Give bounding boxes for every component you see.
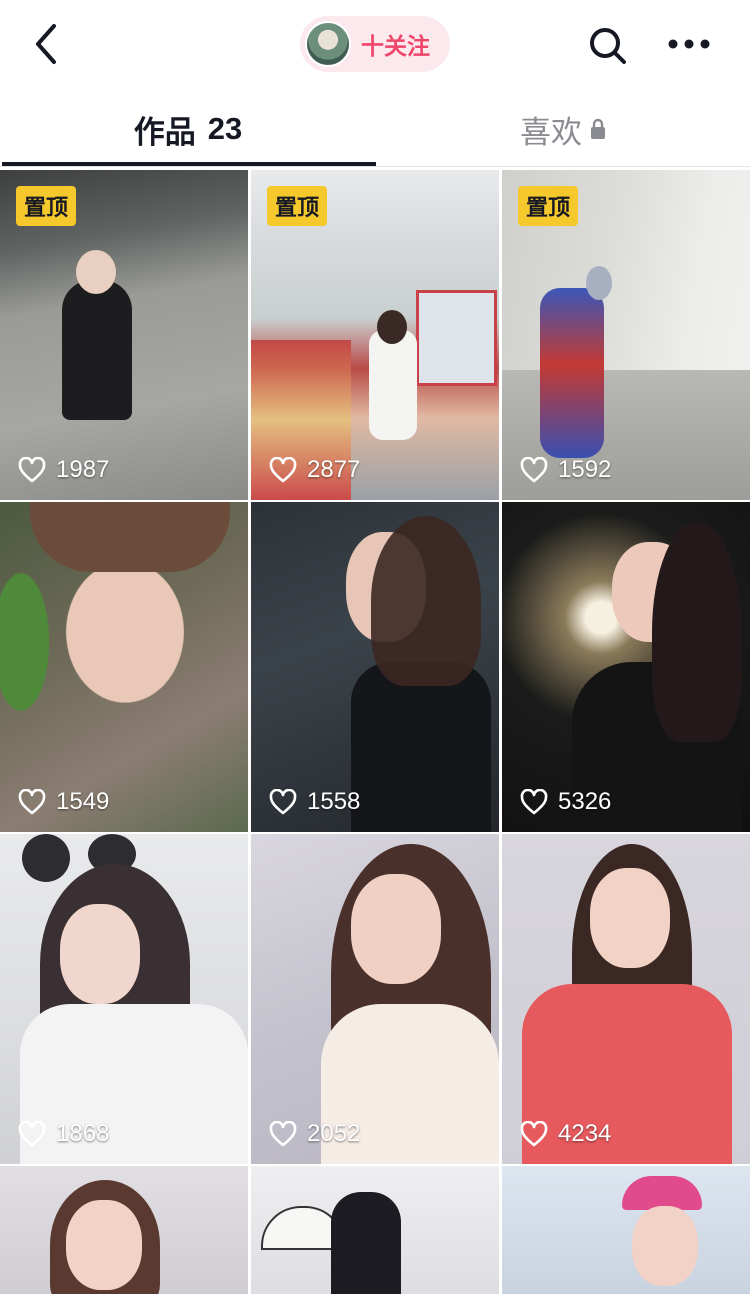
- figure-thumbnail: [540, 288, 604, 458]
- cap-thumbnail: [622, 1176, 702, 1210]
- active-tab-indicator: [2, 162, 376, 166]
- like-count-value: 1558: [307, 788, 361, 815]
- like-count: 1558: [269, 788, 360, 816]
- lock-icon: [591, 118, 605, 139]
- tab-works-label: 作品: [133, 114, 196, 150]
- like-count: 1868: [18, 1120, 109, 1148]
- video-tile[interactable]: 置顶 1987: [0, 170, 248, 500]
- heart-icon: [520, 1121, 548, 1147]
- heart-icon: [18, 789, 46, 815]
- tab-likes-label: 喜欢: [520, 114, 582, 150]
- figure-thumbnail: [331, 1192, 401, 1294]
- figure-thumbnail: [586, 266, 612, 300]
- figure-thumbnail: [377, 310, 407, 344]
- like-count-value: 2877: [307, 456, 361, 483]
- like-count: 2877: [269, 456, 360, 484]
- follow-button[interactable]: 十关注: [361, 27, 430, 61]
- like-count: 5326: [520, 788, 611, 816]
- video-tile[interactable]: 5326: [502, 502, 750, 832]
- like-count-value: 2052: [307, 1120, 361, 1147]
- profile-tabs: 作品 23 喜欢: [0, 96, 750, 167]
- like-count-value: 1592: [558, 456, 612, 483]
- figure-thumbnail: [351, 662, 491, 832]
- like-count: 1549: [18, 788, 109, 816]
- face-thumbnail: [590, 868, 670, 968]
- tab-works[interactable]: 作品 23: [0, 96, 376, 162]
- face-thumbnail: [66, 1200, 142, 1290]
- video-tile[interactable]: 1549: [0, 502, 248, 832]
- pin-badge: 置顶: [16, 186, 77, 226]
- figure-thumbnail: [62, 280, 132, 420]
- top-bar: 十关注: [0, 0, 750, 90]
- like-count-value: 4234: [558, 1120, 612, 1147]
- ear-thumbnail: [22, 834, 70, 882]
- video-tile[interactable]: [502, 1166, 750, 1294]
- video-tile[interactable]: [251, 1166, 499, 1294]
- like-count-value: 1987: [56, 456, 110, 483]
- video-tile[interactable]: 4234: [502, 834, 750, 1164]
- follow-label: 十关注: [361, 33, 430, 59]
- like-count-value: 5326: [558, 788, 612, 815]
- video-tile[interactable]: 2052: [251, 834, 499, 1164]
- like-count: 4234: [520, 1120, 611, 1148]
- search-icon: [590, 28, 626, 64]
- video-tile[interactable]: 置顶 2877: [251, 170, 499, 500]
- avatar[interactable]: [305, 21, 351, 67]
- pin-badge: 置顶: [267, 186, 328, 226]
- heart-icon: [269, 789, 297, 815]
- more-button[interactable]: [664, 22, 714, 66]
- like-count: 1987: [18, 456, 109, 484]
- profile-follow-pill[interactable]: 十关注: [300, 16, 450, 72]
- face-thumbnail: [632, 1206, 698, 1286]
- like-count-value: 1549: [56, 788, 110, 815]
- like-count: 2052: [269, 1120, 360, 1148]
- hair-thumbnail: [371, 516, 481, 686]
- video-tile[interactable]: 1868: [0, 834, 248, 1164]
- heart-icon: [18, 1121, 46, 1147]
- face-thumbnail: [60, 904, 140, 1004]
- pin-badge: 置顶: [518, 186, 579, 226]
- figure-thumbnail: [369, 330, 417, 440]
- video-tile[interactable]: [0, 1166, 248, 1294]
- heart-icon: [520, 457, 548, 483]
- like-count-value: 1868: [56, 1120, 110, 1147]
- video-tile[interactable]: 置顶 1592: [502, 170, 750, 500]
- fridge-thumbnail: [416, 290, 497, 386]
- search-button[interactable]: [584, 22, 632, 70]
- tab-likes[interactable]: 喜欢: [376, 96, 750, 162]
- face-thumbnail: [351, 874, 441, 984]
- figure-thumbnail: [76, 250, 116, 294]
- hair-thumbnail: [652, 522, 742, 742]
- like-count: 1592: [520, 456, 611, 484]
- back-arrow-icon: [36, 24, 56, 64]
- back-button[interactable]: [24, 18, 72, 70]
- heart-icon: [18, 457, 46, 483]
- tab-works-count: 23: [207, 111, 243, 146]
- heart-icon: [269, 457, 297, 483]
- heart-icon: [269, 1121, 297, 1147]
- video-tile[interactable]: 1558: [251, 502, 499, 832]
- heart-icon: [520, 789, 548, 815]
- more-icon: [668, 39, 710, 49]
- leaf-thumbnail: [0, 562, 70, 762]
